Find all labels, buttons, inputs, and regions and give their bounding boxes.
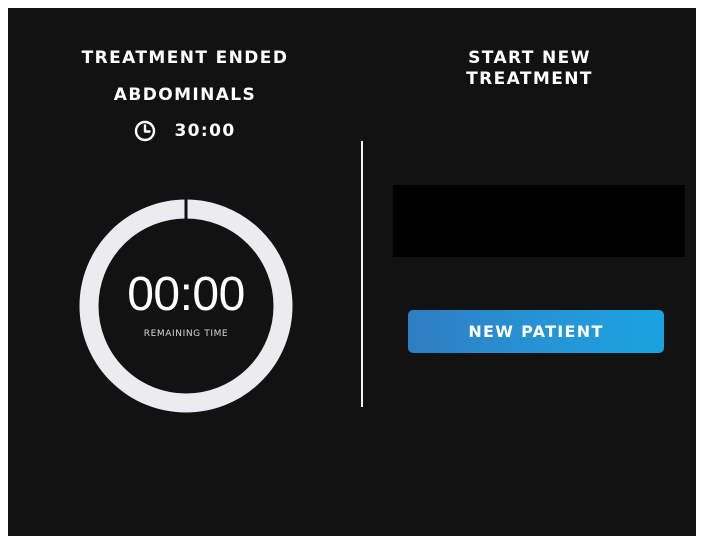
treatment-area-title: ABDOMINALS <box>113 85 257 105</box>
start-new-treatment-title-line2: TREATMENT <box>466 69 593 89</box>
start-new-treatment-title-line1: START NEW <box>468 48 591 68</box>
remaining-time-label: REMAINING TIME <box>143 329 229 339</box>
treatment-status-title: TREATMENT ENDED <box>81 48 289 68</box>
treatment-duration: 30:00 <box>8 118 362 144</box>
treatment-status-panel: TREATMENT ENDED ABDOMINALS 30:00 00:00 R… <box>8 8 362 536</box>
start-new-treatment-title: START NEW TREATMENT <box>363 48 696 90</box>
treatment-screen: TREATMENT ENDED ABDOMINALS 30:00 00:00 R… <box>8 8 696 536</box>
new-patient-button[interactable]: NEW PATIENT <box>408 310 664 353</box>
treatment-duration-value: 30:00 <box>174 121 236 141</box>
remaining-time-value: 00:00 <box>127 268 245 321</box>
new-patient-button-label: NEW PATIENT <box>468 322 604 341</box>
clock-icon <box>134 120 156 142</box>
new-treatment-panel: START NEW TREATMENT NEW PATIENT <box>363 8 696 536</box>
blank-display-area <box>393 185 685 257</box>
